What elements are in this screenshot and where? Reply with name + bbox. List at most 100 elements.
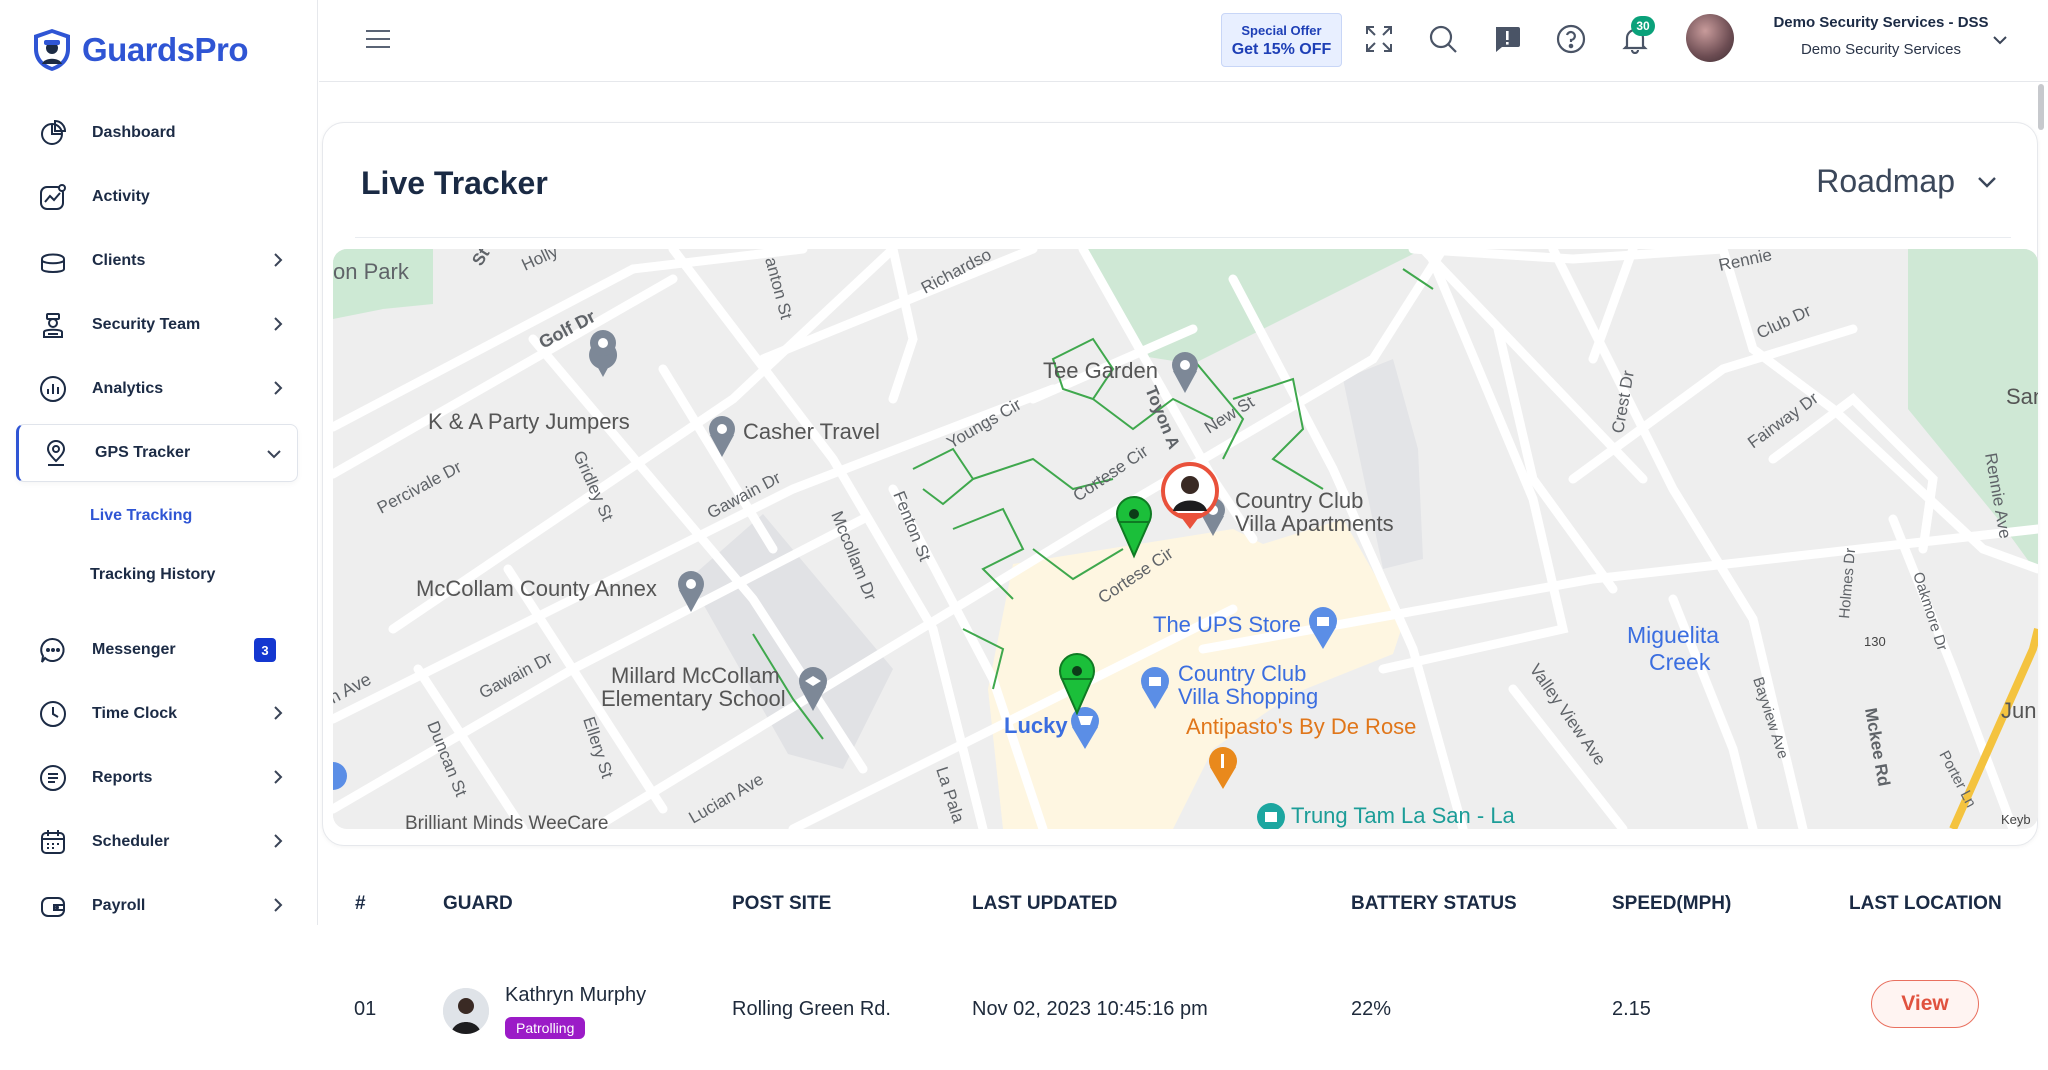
sidebar-item-dashboard[interactable]: Dashboard [16,104,298,162]
wallet-icon [38,891,68,921]
chevron-right-icon [274,706,283,720]
map-label: on Park [333,259,410,284]
battery-status: 22% [1351,998,1392,1020]
divider [355,237,2011,238]
hamburger-menu-icon[interactable] [365,28,391,50]
sidebar-subitem-live-tracking[interactable]: Live Tracking [90,507,192,525]
chevron-down-icon [1978,176,1996,188]
column-header: POST SITE [732,893,832,914]
search-icon[interactable] [1428,24,1458,54]
map-label: McCollam County Annex [416,576,657,601]
clock-icon [38,699,68,729]
sidebar-item-label: Clients [92,252,146,269]
sidebar-item-payroll[interactable]: Payroll [16,877,298,935]
notification-count-badge: 30 [1631,16,1655,36]
map-label: 130 [1864,634,1886,649]
chevron-right-icon [274,381,283,395]
map-label: Lucky [1004,713,1068,738]
last-updated: Nov 02, 2023 10:45:16 pm [972,998,1208,1020]
map-label: San [2006,384,2038,409]
organization-name[interactable]: Demo Security Services - DSS [1766,14,1996,31]
map-label: Millard McCollam [611,663,780,688]
map-label: Villa Apartments [1235,511,1394,536]
map-type-select[interactable]: Roadmap [1816,163,1997,200]
map-label: Jun [2001,698,2036,723]
column-header: SPEED(MPH) [1612,893,1732,914]
map-label: Brilliant Minds WeeCare [405,813,608,829]
clients-icon [38,246,68,276]
chevron-right-icon [274,770,283,784]
sidebar-item-label: Security Team [92,316,201,333]
column-header: GUARD [443,893,513,914]
calendar-icon [38,827,68,857]
sidebar-item-label: Payroll [92,897,146,914]
sidebar-item-gps-tracker[interactable]: GPS Tracker [16,424,298,482]
sidebar-item-scheduler[interactable]: Scheduler [16,813,298,871]
sidebar-item-messenger[interactable]: Messenger 3 [16,621,298,679]
help-icon[interactable] [1556,24,1586,54]
map-label: Elementary School [601,686,786,711]
activity-chart-icon [38,182,68,212]
column-header: LAST LOCATION [1849,893,2002,914]
analytics-icon [38,374,68,404]
column-header: BATTERY STATUS [1351,893,1517,914]
brand-name: GuardsPro [82,31,249,68]
map-label: Miguelita [1627,622,1719,648]
map-label: Keyb [2001,812,2031,827]
sidebar-item-label: GPS Tracker [95,444,191,461]
user-avatar[interactable] [1686,14,1734,62]
sidebar-item-reports[interactable]: Reports [16,749,298,807]
location-pin-icon [41,438,71,468]
sidebar-subitem-tracking-history[interactable]: Tracking History [90,566,215,584]
guard-name: Kathryn Murphy [505,984,647,1006]
sidebar: GuardsPro Dashboard Activity Clients Sec… [0,0,318,925]
sidebar-item-label: Analytics [92,380,164,397]
page-title: Live Tracker [361,165,548,201]
chevron-right-icon [274,317,283,331]
fullscreen-icon[interactable] [1364,24,1394,54]
page-scrollbar[interactable] [2038,84,2044,130]
special-offer-button[interactable]: Special Offer Get 15% OFF [1221,13,1342,67]
map-label: Trung Tam La San - La [1291,803,1516,828]
offer-line2: Get 15% OFF [1231,41,1332,58]
map-label: Casher Travel [743,419,880,444]
view-location-button[interactable]: View [1871,980,1979,1028]
sidebar-item-security-team[interactable]: Security Team [16,296,298,354]
map-type-value: Roadmap [1816,163,1955,199]
guard-shield-icon [34,29,70,71]
post-site: Rolling Green Rd. [732,998,891,1020]
sidebar-item-analytics[interactable]: Analytics [16,360,298,418]
chevron-right-icon [274,898,283,912]
feedback-icon[interactable] [1492,24,1522,54]
map-label: Villa Shopping [1178,684,1318,709]
map-label: Antipasto's By De Rose [1186,714,1416,739]
sidebar-item-label: Messenger [92,641,176,658]
sidebar-item-label: Dashboard [92,124,176,141]
sidebar-item-label: Time Clock [92,705,178,722]
sidebar-item-label: Scheduler [92,833,170,850]
status-badge: Patrolling [505,1017,586,1039]
brand-logo[interactable]: GuardsPro [30,27,249,73]
speed: 2.15 [1612,998,1651,1020]
sidebar-item-clients[interactable]: Clients [16,232,298,290]
live-map[interactable]: on Park St Holly Golf Dr anton St Richar… [333,249,2038,829]
column-header: LAST UPDATED [972,893,1118,914]
map-label: Country Club [1178,661,1306,686]
sidebar-item-time-clock[interactable]: Time Clock [16,685,298,743]
offer-line1: Special Offer [1241,23,1322,38]
map-label: The UPS Store [1153,612,1301,637]
security-team-icon [38,310,68,340]
chevron-down-icon [267,450,281,459]
chevron-down-icon[interactable] [1991,34,2009,46]
map-label: Creek [1649,649,1711,675]
map-label: Tee Garden [1043,358,1158,383]
organization-subtitle: Demo Security Services [1800,41,1962,58]
sidebar-item-activity[interactable]: Activity [16,168,298,226]
pie-chart-icon [38,118,68,148]
map-label: K & A Party Jumpers [428,409,630,434]
document-icon [38,763,68,793]
sidebar-item-label: Reports [92,769,153,786]
messenger-unread-badge: 3 [254,638,276,662]
chat-icon [38,635,68,665]
top-header: Special Offer Get 15% OFF 30 Demo Securi… [319,0,2048,82]
